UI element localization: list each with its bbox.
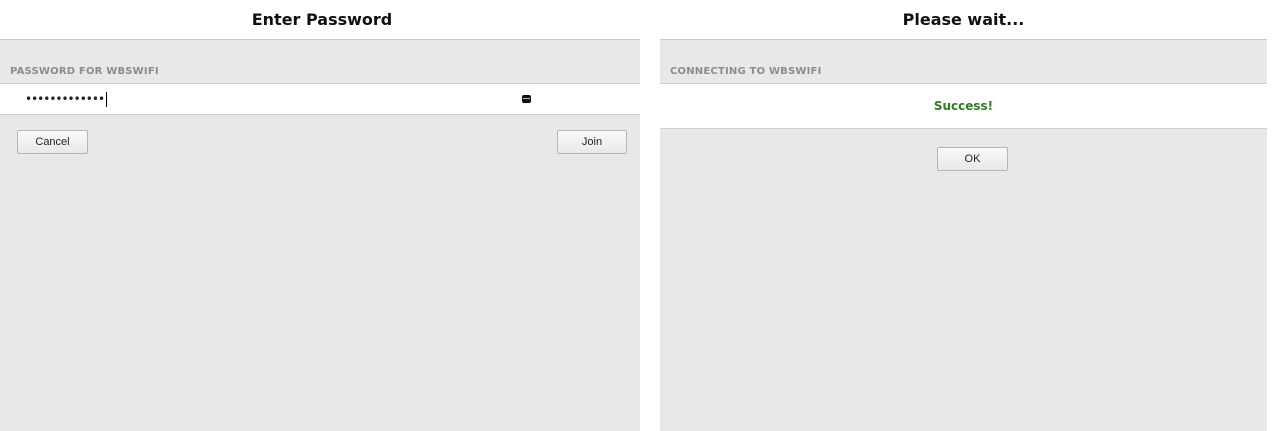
enter-password-dialog: Enter Password PASSWORD FOR WBSWIFI ••••…: [0, 0, 640, 431]
please-wait-dialog: Please wait... CONNECTING TO WBSWIFI Suc…: [660, 0, 1267, 431]
password-field[interactable]: •••••••••••••: [0, 84, 640, 115]
dialog-body: PASSWORD FOR WBSWIFI ••••••••••••• Cance…: [0, 39, 640, 431]
status-message: Success!: [660, 84, 1267, 129]
password-section-header: PASSWORD FOR WBSWIFI: [0, 40, 640, 84]
text-caret: [106, 92, 108, 107]
password-value[interactable]: •••••••••••••: [25, 92, 108, 107]
cancel-button[interactable]: Cancel: [17, 130, 88, 154]
join-button[interactable]: Join: [557, 130, 627, 154]
keyboard-icon[interactable]: [522, 95, 531, 103]
connecting-section-header: CONNECTING TO WBSWIFI: [660, 40, 1267, 84]
dialog-title: Enter Password: [0, 0, 640, 39]
dialog-title: Please wait...: [660, 0, 1267, 39]
ok-button[interactable]: OK: [937, 147, 1008, 171]
dialog-body: CONNECTING TO WBSWIFI Success! OK: [660, 39, 1267, 431]
